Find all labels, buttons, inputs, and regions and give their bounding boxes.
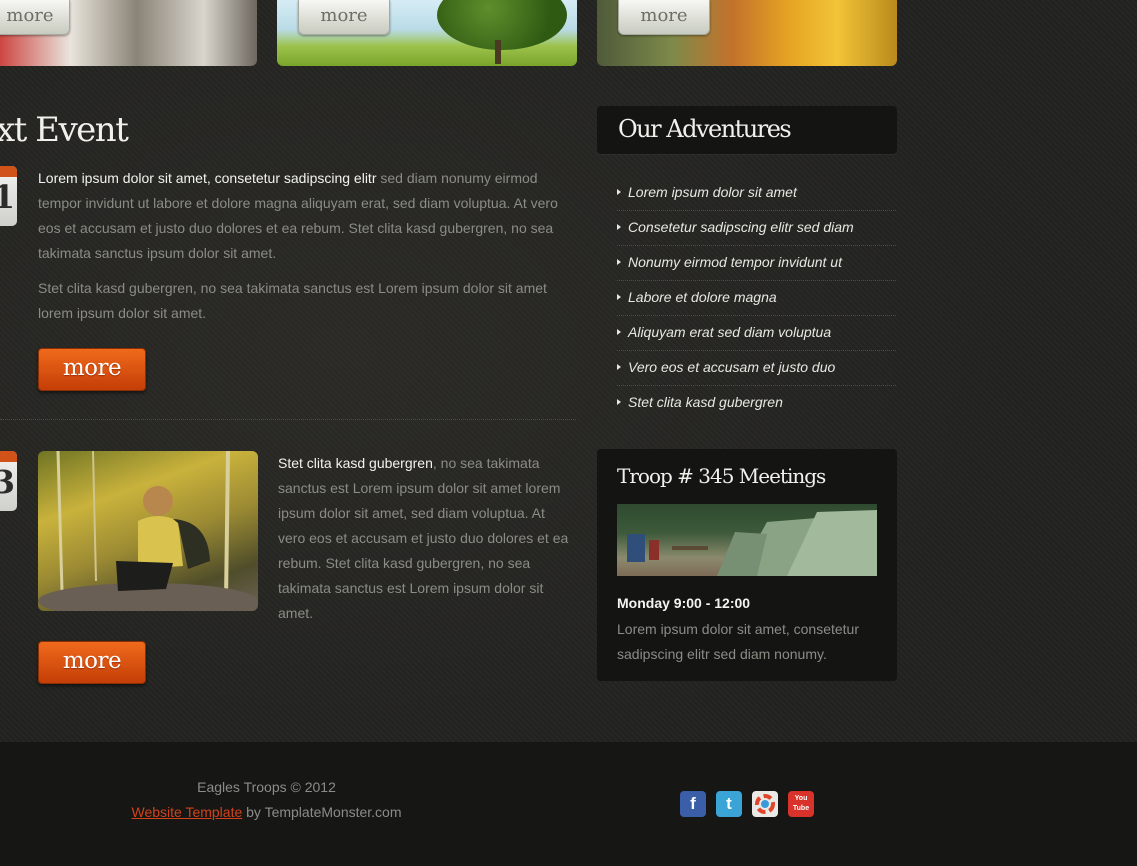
event-2-body: , no sea takimata sanctus est Lorem ipsu… bbox=[278, 455, 569, 621]
adventures-heading: Our Adventures bbox=[618, 115, 792, 143]
meetings-time: Monday 9:00 - 12:00 bbox=[617, 595, 751, 611]
meetings-photo bbox=[617, 504, 877, 576]
meetings-panel: Troop # 345 Meetings Monday 9:00 - 12:00… bbox=[597, 449, 897, 681]
adventure-item[interactable]: Aliquyam erat sed diam voluptua bbox=[617, 316, 896, 351]
events-heading: xt Event bbox=[0, 110, 129, 150]
twitter-icon[interactable]: t bbox=[716, 791, 742, 817]
facebook-icon[interactable]: f bbox=[680, 791, 706, 817]
hiker-illustration bbox=[38, 451, 258, 611]
camp-tents-illustration bbox=[627, 510, 877, 576]
footer-copyright: Eagles Troops © 2012 bbox=[197, 779, 336, 795]
picasa-icon[interactable] bbox=[752, 791, 778, 817]
banner-more-button-1[interactable]: more bbox=[0, 0, 70, 35]
event-1-lead[interactable]: Lorem ipsum dolor sit amet, consetetur s… bbox=[38, 170, 376, 186]
calendar-day-2: 3 bbox=[0, 463, 15, 501]
picasa-glyph bbox=[755, 794, 775, 814]
event-divider bbox=[0, 419, 576, 420]
footer-by-text: by TemplateMonster.com bbox=[242, 804, 402, 820]
adventure-item[interactable]: Stet clita kasd gubergren bbox=[617, 386, 896, 420]
event-1-body-2: Stet clita kasd gubergren, no sea takima… bbox=[38, 280, 547, 321]
adventure-item[interactable]: Vero eos et accusam et justo duo bbox=[617, 351, 896, 386]
adventure-item[interactable]: Consetetur sadipscing elitr sed diam bbox=[617, 211, 896, 246]
website-template-link[interactable]: Website Template bbox=[131, 804, 242, 820]
event-2-more-button[interactable]: more bbox=[38, 641, 146, 684]
event-1-text: Lorem ipsum dolor sit amet, consetetur s… bbox=[38, 166, 573, 326]
calendar-badge-1: 1 bbox=[0, 166, 17, 226]
calendar-day-1: 1 bbox=[0, 178, 15, 216]
adventure-item[interactable]: Labore et dolore magna bbox=[617, 281, 896, 316]
event-2-lead[interactable]: Stet clita kasd gubergren bbox=[278, 455, 433, 471]
banner-more-button-3[interactable]: more bbox=[618, 0, 710, 35]
adventure-item[interactable]: Lorem ipsum dolor sit amet bbox=[617, 176, 896, 211]
calendar-badge-2: 3 bbox=[0, 451, 17, 511]
footer-credits: Eagles Troops © 2012 Website Template by… bbox=[130, 775, 403, 825]
youtube-icon[interactable]: You Tube bbox=[788, 791, 814, 817]
banner-more-button-2[interactable]: more bbox=[298, 0, 390, 35]
tree-trunk bbox=[495, 40, 501, 64]
meetings-description: Lorem ipsum dolor sit amet, consetetur s… bbox=[617, 621, 859, 662]
tree-shape bbox=[437, 0, 567, 50]
adventures-header: Our Adventures bbox=[597, 106, 897, 154]
adventure-item[interactable]: Nonumy eirmod tempor invidunt ut bbox=[617, 246, 896, 281]
adventures-list: Lorem ipsum dolor sit amet Consetetur sa… bbox=[617, 176, 896, 420]
event-2-photo bbox=[38, 451, 258, 611]
event-1-more-button[interactable]: more bbox=[38, 348, 146, 391]
event-2-text: Stet clita kasd gubergren, no sea takima… bbox=[278, 451, 576, 626]
meetings-heading: Troop # 345 Meetings bbox=[617, 464, 826, 488]
